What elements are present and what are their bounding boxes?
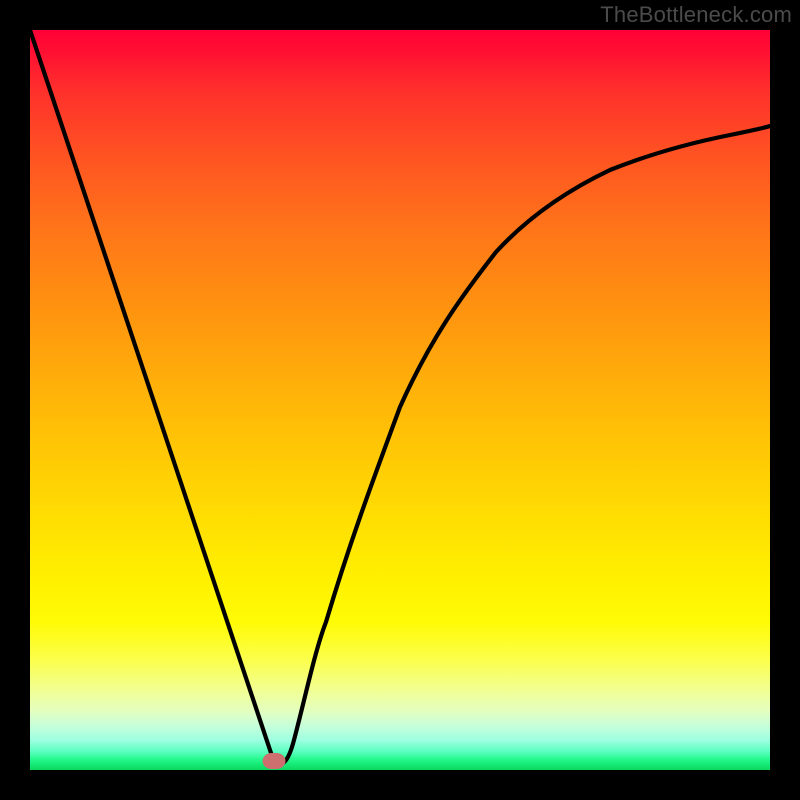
watermark-text: TheBottleneck.com bbox=[600, 2, 792, 28]
curve-svg bbox=[30, 30, 770, 770]
bottleneck-curve-path bbox=[30, 30, 770, 764]
chart-container: TheBottleneck.com bbox=[0, 0, 800, 800]
plot-area bbox=[30, 30, 770, 770]
optimal-point-marker bbox=[263, 753, 286, 769]
